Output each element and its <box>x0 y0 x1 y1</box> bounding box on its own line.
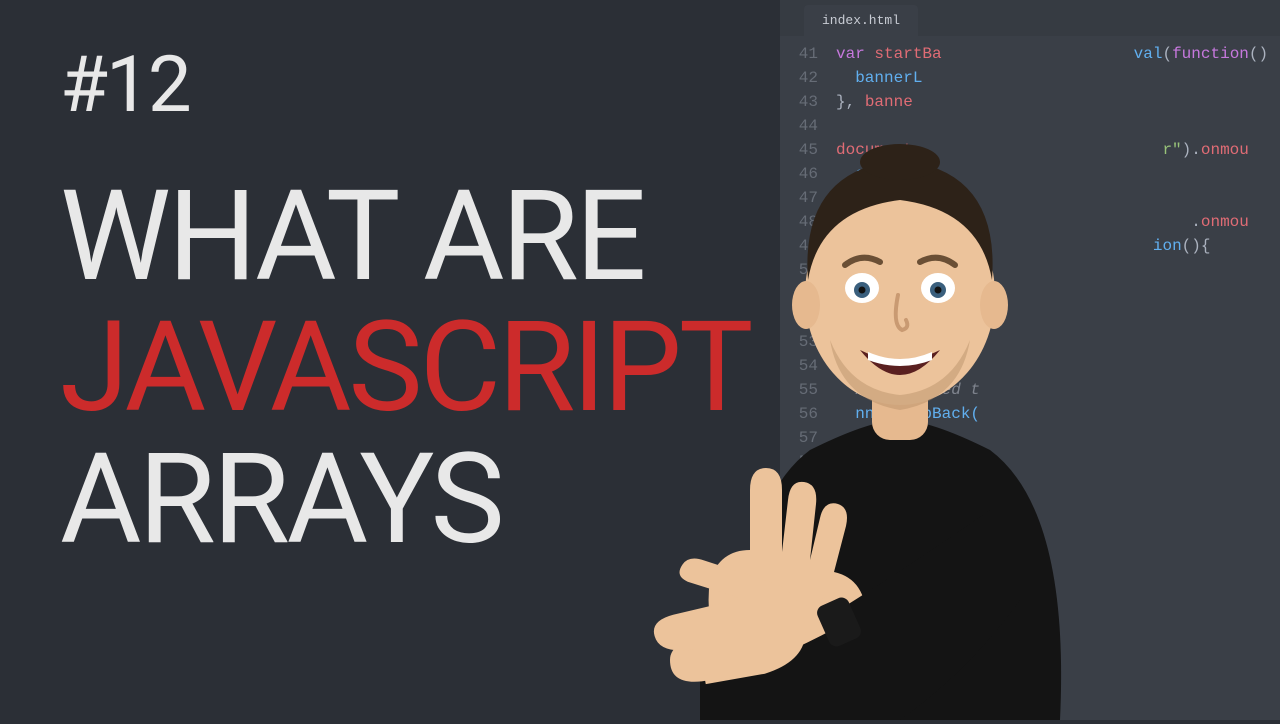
code-content: } <box>836 186 846 210</box>
line-number: 49 <box>780 234 836 258</box>
code-line: 48document .onmou <box>780 210 1280 234</box>
code-line: 54document.getE <box>780 354 1280 378</box>
headline-line-2: JAVASCRIPT <box>60 302 750 433</box>
code-editor: index.html 41var startBa val(function()4… <box>780 0 1280 720</box>
headline-line-1: WHAT ARE <box>60 171 750 302</box>
code-content: startB ion(){ <box>836 234 1210 258</box>
title-block: #12 WHAT ARE JAVASCRIPT ARRAYS <box>60 40 750 565</box>
code-line: 52} <box>780 306 1280 330</box>
code-line: 42 bannerL <box>780 66 1280 90</box>
line-number: 56 <box>780 402 836 426</box>
code-line: 43}, banne <box>780 90 1280 114</box>
episode-number: #12 <box>60 40 750 131</box>
code-line: 53 <box>780 330 1280 354</box>
code-content: bann <box>836 258 913 282</box>
code-content: /*I removed t <box>836 378 980 402</box>
line-number: 48 <box>780 210 836 234</box>
headline-line-3: ARRAYS <box>60 434 750 565</box>
editor-tab-active[interactable]: index.html <box>804 5 918 36</box>
code-line: 58 <box>780 450 1280 474</box>
code-line: 59 <box>780 474 1280 498</box>
line-number: 44 <box>780 114 836 138</box>
code-content: }, banne <box>836 90 913 114</box>
code-content: nnerLoopBack( <box>836 402 980 426</box>
code-line: 51 }, bann <box>780 282 1280 306</box>
code-line: 57 <box>780 426 1280 450</box>
line-number: 45 <box>780 138 836 162</box>
line-number: 51 <box>780 282 836 306</box>
line-number: 41 <box>780 42 836 66</box>
code-content: }, bann <box>836 282 922 306</box>
line-number: 57 <box>780 426 836 450</box>
code-content: bannerL <box>836 66 922 90</box>
code-content: clear <box>836 162 903 186</box>
headline: WHAT ARE JAVASCRIPT ARRAYS <box>60 171 750 565</box>
code-line: 60 <box>780 498 1280 522</box>
line-number: 59 <box>780 474 836 498</box>
editor-tab-bar: index.html <box>780 0 1280 36</box>
line-number: 55 <box>780 378 836 402</box>
line-number: 52 <box>780 306 836 330</box>
code-line: 41var startBa val(function() <box>780 42 1280 66</box>
line-number: 50 <box>780 258 836 282</box>
code-content: document .onmou <box>836 210 1249 234</box>
line-number: 43 <box>780 90 836 114</box>
code-line: 55 /*I removed t <box>780 378 1280 402</box>
line-number: 58 <box>780 450 836 474</box>
code-line: 47} <box>780 186 1280 210</box>
code-content: document r").onmou <box>836 138 1249 162</box>
code-area: 41var startBa val(function()42 bannerL43… <box>780 36 1280 522</box>
code-line: 45document r").onmou <box>780 138 1280 162</box>
code-line: 46 clear <box>780 162 1280 186</box>
code-content: var startBa val(function() <box>836 42 1268 66</box>
code-content: } <box>836 306 846 330</box>
code-line: 50 bann <box>780 258 1280 282</box>
line-number: 46 <box>780 162 836 186</box>
line-number: 47 <box>780 186 836 210</box>
line-number: 54 <box>780 354 836 378</box>
line-number: 42 <box>780 66 836 90</box>
code-line: 49 startB ion(){ <box>780 234 1280 258</box>
code-line: 44 <box>780 114 1280 138</box>
line-number: 60 <box>780 498 836 522</box>
code-line: 56 nnerLoopBack( <box>780 402 1280 426</box>
line-number: 53 <box>780 330 836 354</box>
code-content: document.getE <box>836 354 961 378</box>
